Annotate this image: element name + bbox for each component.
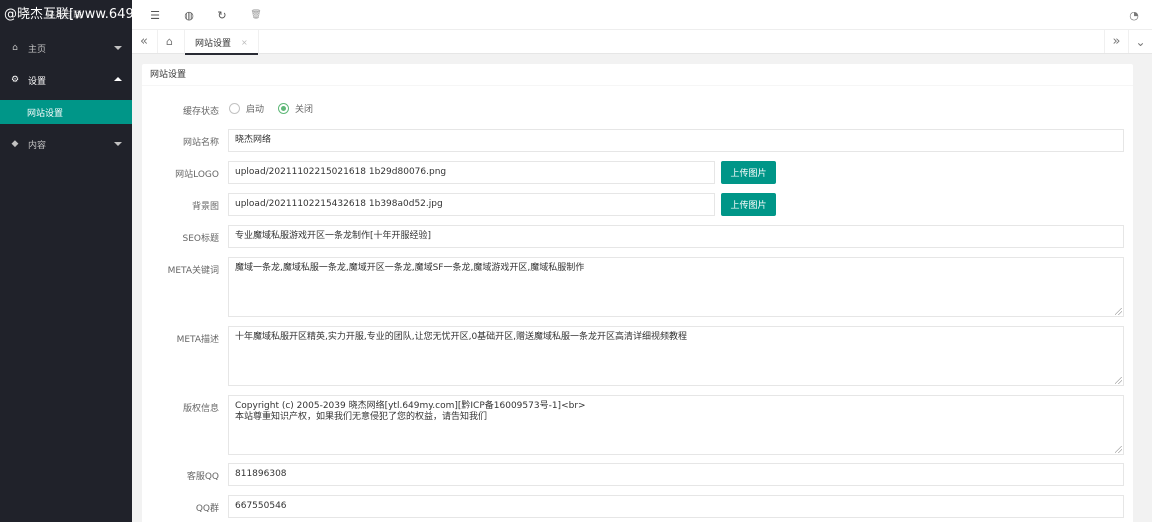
- tab-active-indicator: [185, 53, 258, 55]
- sidebar-item-label: 设置: [28, 76, 47, 87]
- chevron-down-icon: [114, 142, 122, 146]
- chevron-down-icon: [114, 46, 122, 50]
- settings-card: 网站设置 缓存状态 启动 关闭 网站名称 晓杰网络 网站LOGO upload/…: [142, 64, 1133, 522]
- meta-description-label: META描述: [176, 335, 219, 345]
- seo-title-label: SEO标题: [182, 234, 219, 244]
- site-name-input[interactable]: 晓杰网络: [228, 129, 1124, 152]
- logo-path-input[interactable]: upload/20211102215021618 1b29d80076.png: [228, 161, 715, 184]
- card-title: 网站设置: [142, 64, 1133, 86]
- palette-icon[interactable]: ◔: [1127, 8, 1141, 22]
- copyright-line: Copyright (c) 2005-2039 晓杰网络[ytl.649my.c…: [235, 401, 586, 411]
- watermark-text: @晓杰互联[www.649m: [4, 7, 132, 22]
- tab-dropdown-icon[interactable]: ⌄: [1128, 30, 1152, 53]
- cache-status-label: 缓存状态: [182, 107, 219, 117]
- sidebar-subitem-site-settings[interactable]: 网站设置: [0, 100, 132, 124]
- background-path-input[interactable]: upload/20211102215432618 1b398a0d52.jpg: [228, 193, 715, 216]
- copyright-label: 版权信息: [182, 404, 219, 414]
- chevron-up-icon: [114, 77, 122, 81]
- trash-icon[interactable]: 🗑: [249, 8, 263, 22]
- logo-label: 网站LOGO: [175, 170, 219, 180]
- radio-label: 启动: [246, 105, 265, 115]
- qq-group-label: QQ群: [195, 504, 219, 514]
- tab-label: 网站设置: [195, 38, 232, 49]
- tab-prev-icon[interactable]: «: [132, 30, 156, 53]
- diamond-icon: ◆: [11, 139, 19, 149]
- gear-icon: ⚙: [10, 75, 20, 85]
- qq-group-input[interactable]: 667550546: [228, 495, 1124, 518]
- tab-site-settings[interactable]: 网站设置 ×: [184, 30, 259, 55]
- menu-toggle-icon[interactable]: ☰: [148, 8, 162, 22]
- meta-keywords-textarea[interactable]: 魔域一条龙,魔域私服一条龙,魔域开区一条龙,魔域SF一条龙,魔域游戏开区,魔域私…: [228, 257, 1124, 317]
- upload-background-button[interactable]: 上传图片: [721, 193, 776, 216]
- sidebar-item-home[interactable]: ⌂ 主页: [0, 32, 132, 64]
- meta-keywords-label: META关键词: [167, 266, 219, 276]
- copyright-textarea[interactable]: Copyright (c) 2005-2039 晓杰网络[ytl.649my.c…: [228, 395, 1124, 455]
- refresh-icon[interactable]: ↻: [215, 8, 229, 22]
- cache-status-radio-group: 启动 关闭: [229, 102, 327, 115]
- resize-handle-icon[interactable]: [1115, 377, 1122, 384]
- seo-title-input[interactable]: 专业魔域私服游戏开区一条龙制作[十年开服经验]: [228, 225, 1124, 248]
- radio-circle: [229, 103, 240, 114]
- cache-off-radio[interactable]: 关闭: [278, 102, 313, 115]
- tab-next-icon[interactable]: »: [1104, 30, 1128, 53]
- sidebar-item-settings[interactable]: ⚙ 设置: [0, 64, 132, 96]
- meta-description-textarea[interactable]: 十年魔域私服开区精英,实力开服,专业的团队,让您无忧开区,0基础开区,赠送魔域私…: [228, 326, 1124, 386]
- close-icon[interactable]: ×: [241, 38, 248, 47]
- sidebar-subitem-label: 网站设置: [27, 108, 64, 119]
- sidebar-item-label: 主页: [28, 44, 47, 55]
- top-header: ☰ ◍ ↻ 🗑 ◔: [132, 0, 1152, 30]
- cache-on-radio[interactable]: 启动: [229, 102, 264, 115]
- sidebar-item-content[interactable]: ◆ 内容: [0, 128, 132, 160]
- copyright-line: 本站尊重知识产权，如果我们无意侵犯了您的权益，请告知我们: [235, 412, 488, 422]
- tab-bar: « ⌂ 网站设置 × » ⌄: [132, 30, 1152, 55]
- radio-circle-checked: [278, 103, 290, 114]
- sidebar-item-label: 内容: [28, 140, 47, 151]
- background-label: 背景图: [191, 202, 219, 212]
- home-tab-icon[interactable]: ⌂: [157, 30, 181, 53]
- home-icon: ⌂: [12, 43, 18, 53]
- service-qq-label: 客服QQ: [186, 472, 219, 482]
- radio-label: 关闭: [295, 105, 314, 115]
- upload-logo-button[interactable]: 上传图片: [721, 161, 776, 184]
- resize-handle-icon[interactable]: [1115, 446, 1122, 453]
- resize-handle-icon[interactable]: [1115, 308, 1122, 315]
- site-name-label: 网站名称: [182, 138, 219, 148]
- sidebar: 晓杰互联 @晓杰互联[www.649m ⌂ 主页 ⚙ 设置 网站设置 ◆ 内容: [0, 0, 132, 522]
- meta-keywords-text: 魔域一条龙,魔域私服一条龙,魔域开区一条龙,魔域SF一条龙,魔域游戏开区,魔域私…: [235, 263, 585, 273]
- globe-icon[interactable]: ◍: [182, 8, 196, 22]
- meta-description-text: 十年魔域私服开区精英,实力开服,专业的团队,让您无忧开区,0基础开区,赠送魔域私…: [235, 332, 688, 342]
- sidebar-logo: 晓杰互联 @晓杰互联[www.649m: [0, 0, 132, 32]
- service-qq-input[interactable]: 811896308: [228, 463, 1124, 486]
